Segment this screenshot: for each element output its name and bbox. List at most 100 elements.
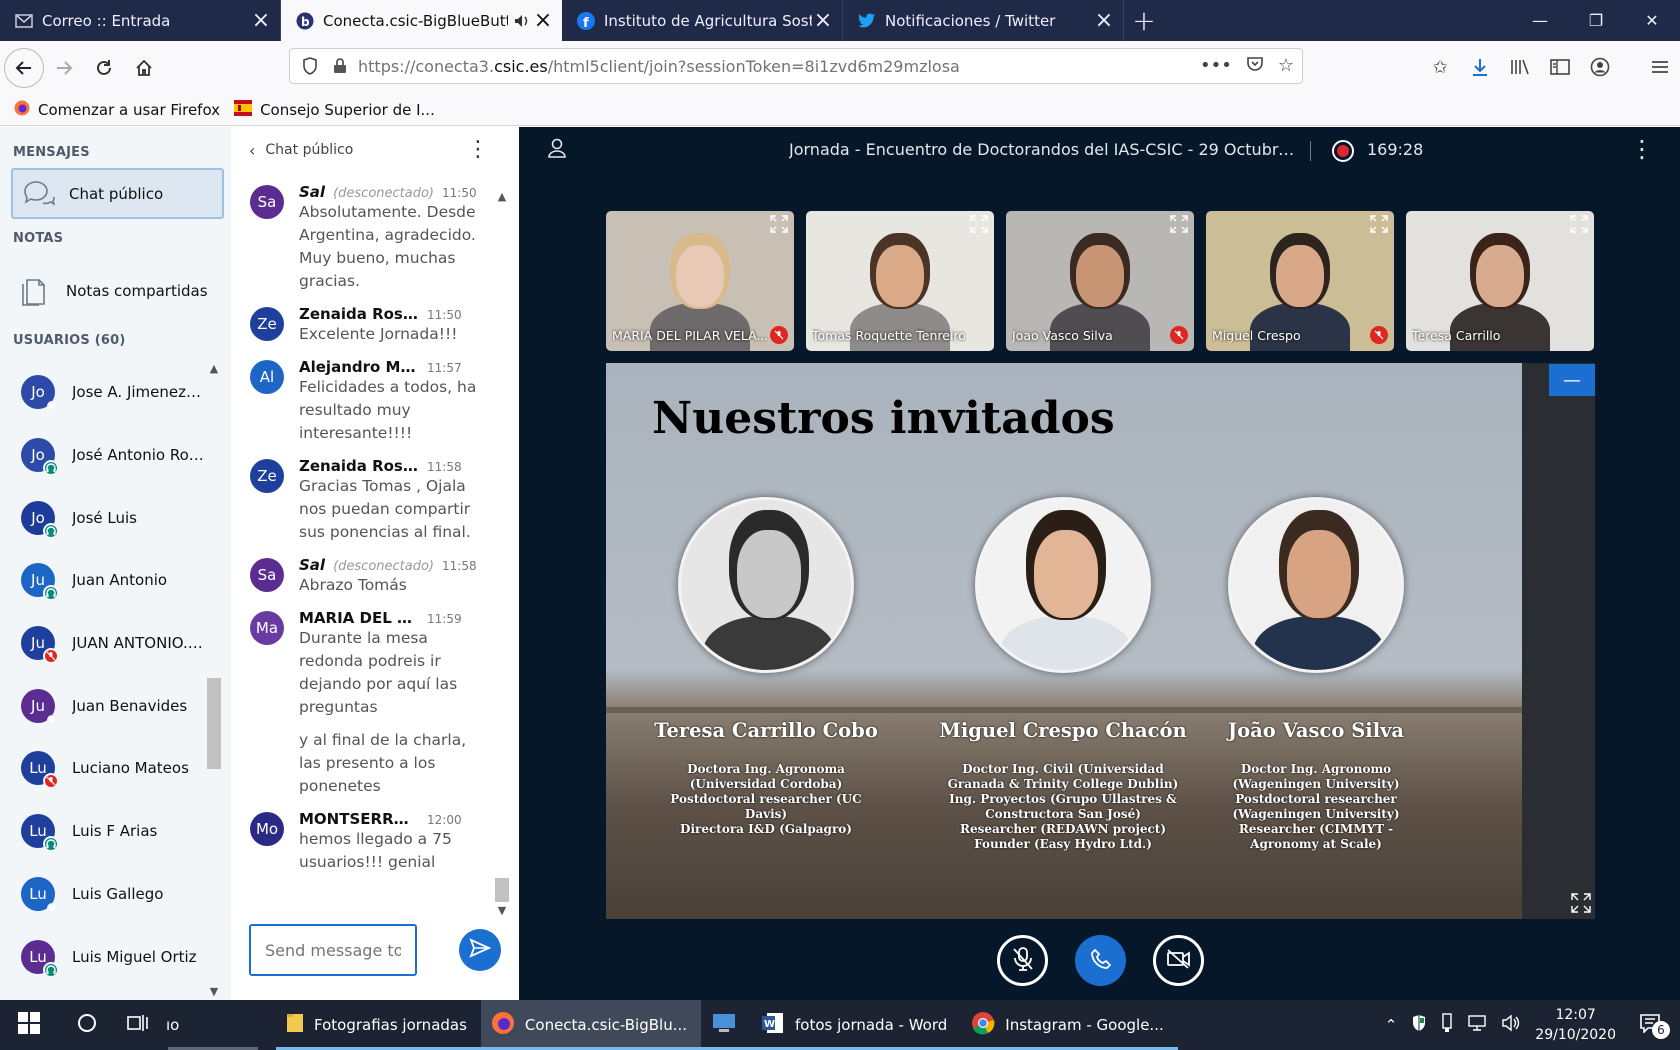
defender-shield-icon[interactable]	[1411, 1014, 1427, 1036]
library-icon[interactable]	[1500, 47, 1540, 87]
expand-icon[interactable]	[1570, 215, 1588, 237]
minimize-window-button[interactable]: —	[1512, 0, 1568, 41]
taskbar-app-button[interactable]	[701, 1000, 751, 1050]
unmute-button[interactable]	[997, 935, 1048, 986]
user-list-item[interactable]: Lu Luis Gallego	[0, 863, 205, 926]
expand-icon[interactable]	[1170, 215, 1188, 237]
public-chat-button[interactable]: Chat público	[11, 168, 224, 219]
user-name: Juan Antonio	[72, 571, 168, 590]
tab-correo[interactable]: Correo :: Entrada ×	[0, 0, 281, 41]
expand-icon[interactable]	[1370, 215, 1388, 237]
scroll-down-icon[interactable]: ▼	[205, 984, 223, 1000]
chevron-up-icon[interactable]: ⌃	[1385, 1016, 1398, 1034]
guest-photo	[678, 497, 854, 673]
close-tab-icon[interactable]: ×	[812, 9, 834, 32]
meeting-options-icon[interactable]: ⋮	[1630, 135, 1654, 163]
user-list-item[interactable]: Ju Juan Benavides	[0, 674, 205, 737]
back-button[interactable]	[4, 47, 44, 88]
taskbar-app-button[interactable]: Wfotos jornada - Word	[751, 1000, 962, 1050]
webcam-video[interactable]: Joao Vasco Silva	[1006, 211, 1194, 351]
taskbar-app-button[interactable]: Conecta.csic-BigBlu...	[480, 1000, 701, 1050]
home-button[interactable]	[124, 48, 164, 88]
expand-icon[interactable]	[770, 215, 788, 237]
avatar: Ze	[250, 307, 284, 341]
chat-message-input[interactable]	[249, 924, 417, 976]
scroll-thumb[interactable]	[207, 678, 221, 769]
user-list-item[interactable]: Jo Jose A. Jimenez-...	[0, 361, 205, 424]
lock-icon[interactable]	[328, 58, 352, 74]
scroll-thumb[interactable]	[495, 878, 509, 902]
bookmark-firefox[interactable]: Comenzar a usar Firefox	[14, 100, 220, 120]
start-button[interactable]	[0, 1000, 58, 1050]
shield-icon[interactable]	[298, 57, 322, 75]
forward-button[interactable]	[44, 48, 84, 88]
chat-options-icon[interactable]: ⋮	[467, 137, 489, 162]
chat-message: Sa Sal (desconectado) 11:50 Absolutamente. D…	[231, 183, 493, 293]
speaker-icon[interactable]	[512, 11, 532, 31]
user-list-item[interactable]: Lu Luis Miguel Ortiz	[0, 925, 205, 988]
share-webcam-button[interactable]	[1153, 935, 1204, 986]
guest-description-line: Doctora Ing. Agronoma	[687, 762, 845, 776]
webcam-video[interactable]: Miguel Crespo	[1206, 211, 1394, 351]
webcam-video[interactable]: MARIA DEL PILAR VELA...	[606, 211, 794, 351]
chevron-left-icon[interactable]: ‹	[249, 141, 255, 160]
webcam-video[interactable]: Tomas Roquette Tenreiro	[806, 211, 994, 351]
tab-twitter[interactable]: Notificaciones / Twitter ×	[843, 0, 1124, 41]
leave-audio-button[interactable]	[1075, 935, 1126, 986]
chat-scrollbar[interactable]: ▲ ▼	[493, 189, 511, 919]
volume-icon[interactable]	[1501, 1014, 1521, 1036]
user-list-toggle-icon[interactable]	[546, 137, 568, 163]
reload-button[interactable]	[84, 48, 124, 88]
document-icon	[20, 275, 46, 307]
restore-window-button[interactable]: ❐	[1568, 0, 1624, 41]
download-icon[interactable]	[1460, 47, 1500, 87]
user-list-item[interactable]: Jo José Luis	[0, 486, 205, 549]
pocket-icon[interactable]	[1246, 55, 1264, 78]
account-icon[interactable]	[1580, 47, 1620, 87]
tab-facebook[interactable]: f Instituto de Agricultura Sostenible ×	[562, 0, 843, 41]
url-bar[interactable]: https://conecta3.csic.es/html5client/joi…	[289, 48, 1303, 84]
close-tab-icon[interactable]: ×	[1093, 9, 1115, 32]
scroll-down-icon[interactable]: ▼	[493, 903, 511, 919]
minimize-presentation-button[interactable]: —	[1549, 364, 1595, 396]
taskbar-app-button[interactable]: Fotografias jornadas	[276, 1000, 481, 1050]
user-list[interactable]: Jo Jose A. Jimenez-... Jo José Antonio Rod.…	[0, 361, 205, 1000]
user-list-item[interactable]: Jo José Antonio Rod...	[0, 424, 205, 487]
taskbar-app-button[interactable]: Instagram - Google...	[961, 1000, 1178, 1050]
user-list-item[interactable]: Lu Luis F Arias	[0, 800, 205, 863]
tab-bigbluebutton[interactable]: b Conecta.csic-BigBlueButton ×	[281, 0, 562, 41]
cortana-button[interactable]	[58, 1000, 116, 1050]
listen-only-headphones-icon	[43, 522, 59, 539]
user-list-scrollbar[interactable]: ▲ ▼	[205, 361, 223, 1000]
webcam-strip: MARIA DEL PILAR VELA... Tomas Roquette Te…	[606, 211, 1594, 351]
sidebar-toggle-icon[interactable]	[1540, 47, 1580, 87]
network-icon[interactable]	[1467, 1014, 1487, 1036]
task-view-button[interactable]	[116, 1000, 160, 1050]
close-tab-icon[interactable]: ×	[532, 9, 554, 32]
shared-notes-button[interactable]: Notas compartidas	[0, 269, 231, 313]
record-indicator-icon[interactable]	[1332, 140, 1354, 162]
search-box-fragment[interactable]: ıo	[160, 1000, 260, 1050]
close-window-button[interactable]: ✕	[1624, 0, 1680, 41]
expand-icon[interactable]	[970, 215, 988, 237]
scroll-up-icon[interactable]: ▲	[493, 189, 511, 205]
new-tab-button[interactable]: +	[1124, 0, 1164, 41]
reading-list-icon[interactable]: ✩	[1420, 47, 1460, 87]
bookmark-csic[interactable]: Consejo Superior de I...	[234, 99, 435, 120]
user-list-item[interactable]: Ju JUAN ANTONIO.N...	[0, 612, 205, 675]
close-tab-icon[interactable]: ×	[250, 9, 272, 32]
user-list-item[interactable]: Ju Juan Antonio	[0, 549, 205, 612]
usb-icon[interactable]	[1441, 1013, 1453, 1037]
notification-center-button[interactable]: 6	[1630, 1013, 1670, 1039]
user-list-item[interactable]: Lu Luciano Mateos	[0, 737, 205, 800]
webcam-video[interactable]: Teresa Carrillo	[1406, 211, 1594, 351]
fullscreen-icon[interactable]	[1571, 893, 1591, 917]
scroll-up-icon[interactable]: ▲	[205, 361, 223, 377]
bookmark-star-icon[interactable]: ☆	[1278, 55, 1294, 78]
menu-icon[interactable]	[1640, 47, 1680, 87]
guest-description-line: Postdoctoral researcher	[1235, 792, 1397, 806]
more-icon[interactable]: •••	[1200, 55, 1232, 78]
user-name: Jose A. Jimenez-...	[72, 383, 205, 402]
send-message-button[interactable]	[459, 929, 501, 971]
taskbar-clock[interactable]: 12:07 29/10/2020	[1535, 1005, 1616, 1045]
